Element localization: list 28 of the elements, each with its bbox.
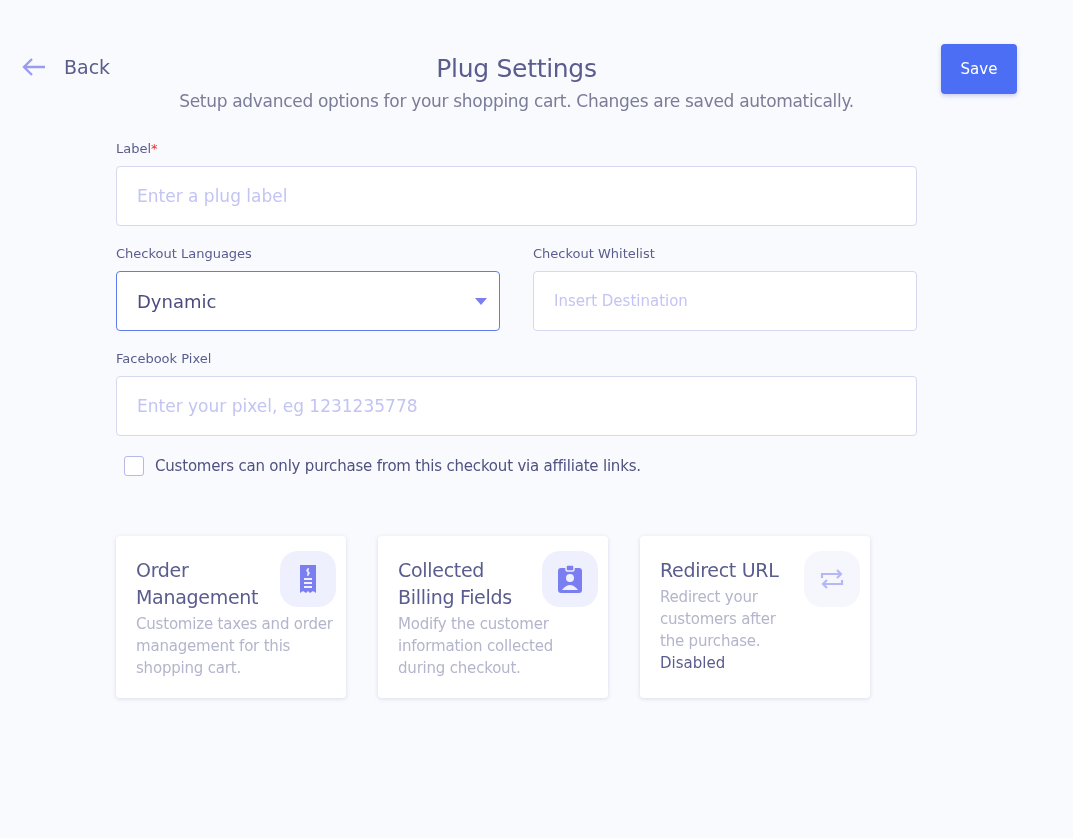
checkbox[interactable]	[124, 456, 144, 476]
arrow-left-icon	[22, 57, 46, 77]
checkbox-label: Customers can only purchase from this checkout via affiliate links.	[155, 457, 641, 475]
language-select[interactable]: Dynamic	[116, 271, 500, 331]
field-label: Checkout Whitelist	[533, 246, 656, 261]
field-label: Facebook Pixel	[116, 351, 213, 366]
card-description: Customize taxes and order management for this shopping cart.	[136, 614, 334, 679]
receipt-icon	[298, 564, 318, 594]
card-status: Disabled	[660, 653, 727, 674]
label-input[interactable]: Enter a plug label	[116, 166, 917, 226]
page-title: Plug Settings	[435, 54, 598, 83]
caret-down-icon	[475, 297, 487, 305]
field-label: Label*	[116, 141, 159, 156]
settings-card[interactable]: Order Management Customize taxes and order management for this shopping cart.	[116, 536, 346, 698]
card-title: Collected Billing Fields	[398, 558, 513, 610]
pixel-input[interactable]: Enter your pixel, eg 1231235778	[116, 376, 917, 436]
card-title: Order Management	[136, 558, 260, 610]
card-description: Modify the customer information collected during checkout.	[398, 614, 554, 679]
settings-card[interactable]: Collected Billing Fields Modify the customer information collected during checkout.	[378, 536, 608, 698]
id-badge-icon	[558, 565, 582, 593]
card-title: Redirect URL	[660, 558, 780, 583]
back-link[interactable]: Back	[22, 56, 111, 78]
field-label: Checkout Languages	[116, 246, 253, 261]
swap-arrows-icon	[819, 567, 845, 591]
save-button[interactable]: Save	[941, 44, 1017, 94]
whitelist-input[interactable]: Insert Destination	[533, 271, 917, 331]
page-subtitle: Setup advanced options for your shopping cart. Changes are saved automatically.	[178, 91, 855, 111]
card-description: Redirect your customers after the purchase.	[660, 587, 777, 652]
